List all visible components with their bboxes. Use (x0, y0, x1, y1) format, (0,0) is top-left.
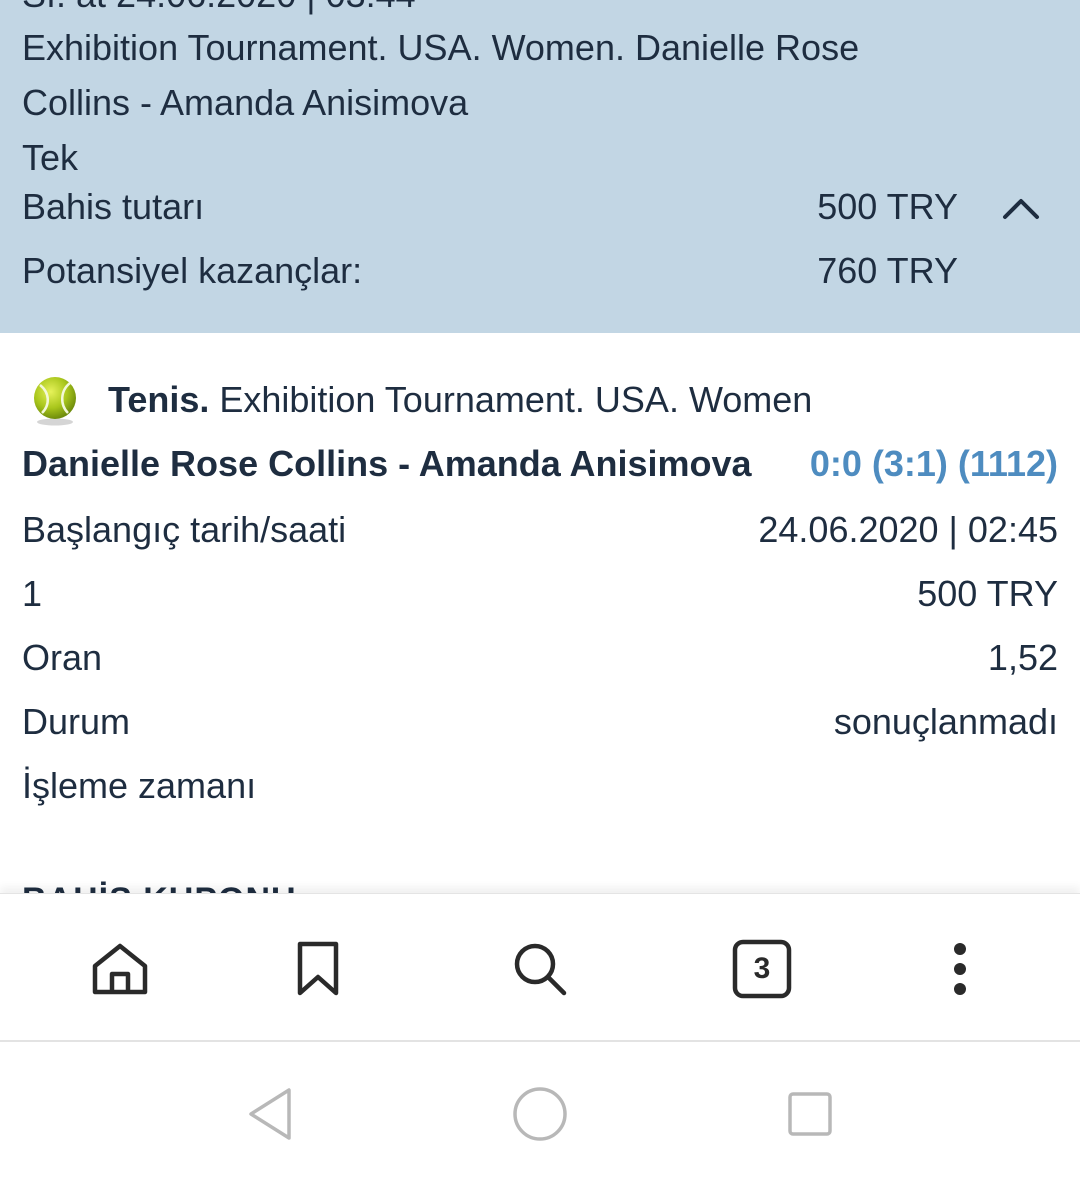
back-icon (249, 1088, 291, 1140)
potential-label: Potansiyel kazançlar: (22, 250, 363, 291)
stake-label: Bahis tutarı (22, 186, 205, 227)
tabs-button[interactable]: 3 (727, 934, 797, 1004)
home-icon (92, 943, 148, 995)
bet-detail: Tenis. Exhibition Tournament. USA. Women… (0, 333, 1080, 893)
section-heading: BAHİS KUPONU (22, 881, 297, 893)
event-title: Exhibition Tournament. USA. Women. Danie… (22, 27, 860, 123)
sport-line: Tenis. Exhibition Tournament. USA. Women (22, 373, 812, 427)
row-value: 24.06.2020 | 02:45 (758, 509, 1058, 550)
match-line: Danielle Rose Collins - Amanda Anisimova… (22, 443, 1058, 485)
bookmark-button[interactable] (283, 934, 353, 1004)
tournament-name: Exhibition Tournament. USA. Women (219, 379, 813, 420)
more-menu-button[interactable] (925, 934, 995, 1004)
bet-summary-panel: Sı. at 24.06.2020 | 03:44 Exhibition Tou… (0, 0, 1080, 333)
match-score: 0:0 (3:1) (1112) (809, 443, 1058, 484)
chevron-up-icon (1003, 199, 1039, 219)
bookmark-icon (297, 941, 339, 996)
home-button[interactable] (85, 934, 155, 1004)
more-vertical-icon (954, 943, 966, 995)
match-name: Danielle Rose Collins - Amanda Anisimova (22, 443, 752, 484)
back-button[interactable] (238, 1084, 302, 1144)
row-value: 500 TRY (917, 573, 1058, 614)
bet-datetime-line: Sı. at 24.06.2020 | 03:44 (22, 0, 416, 16)
stake-value: 500 TRY (817, 186, 958, 227)
odds-row: Oran 1,52 (22, 637, 1058, 679)
outcome-row: 1 500 TRY (22, 573, 1058, 615)
row-value: sonuçlanmadı (833, 701, 1058, 742)
row-label: Başlangıç tarih/saati (22, 509, 347, 550)
row-label: İşleme zamanı (22, 765, 257, 806)
search-icon (514, 943, 567, 996)
row-label: Oran (22, 637, 103, 678)
tabs-icon: 3 (732, 939, 792, 999)
recents-button[interactable] (778, 1084, 842, 1144)
potential-value: 760 TRY (817, 250, 958, 291)
tab-count: 3 (753, 952, 771, 985)
home-nav-button[interactable] (508, 1084, 572, 1144)
recents-icon (788, 1092, 832, 1136)
potential-win-row: Potansiyel kazançlar: 760 TRY (22, 250, 958, 292)
start-time-row: Başlangıç tarih/saati 24.06.2020 | 02:45 (22, 509, 1058, 551)
status-row: Durum sonuçlanmadı (22, 701, 1058, 743)
browser-toolbar: 3 (0, 893, 1080, 1040)
processing-time-row: İşleme zamanı (22, 765, 1058, 807)
tennis-ball-icon (34, 377, 76, 426)
row-value: 1,52 (987, 637, 1058, 678)
sport-name: Tenis. (108, 379, 210, 420)
row-label: Durum (22, 701, 131, 742)
search-button[interactable] (505, 934, 575, 1004)
row-label: 1 (22, 573, 43, 614)
stake-row: Bahis tutarı 500 TRY (22, 186, 958, 228)
collapse-button[interactable] (996, 190, 1046, 226)
bet-type: Tek (22, 137, 79, 178)
home-circle-icon (513, 1087, 567, 1141)
system-nav-bar (0, 1040, 1080, 1184)
